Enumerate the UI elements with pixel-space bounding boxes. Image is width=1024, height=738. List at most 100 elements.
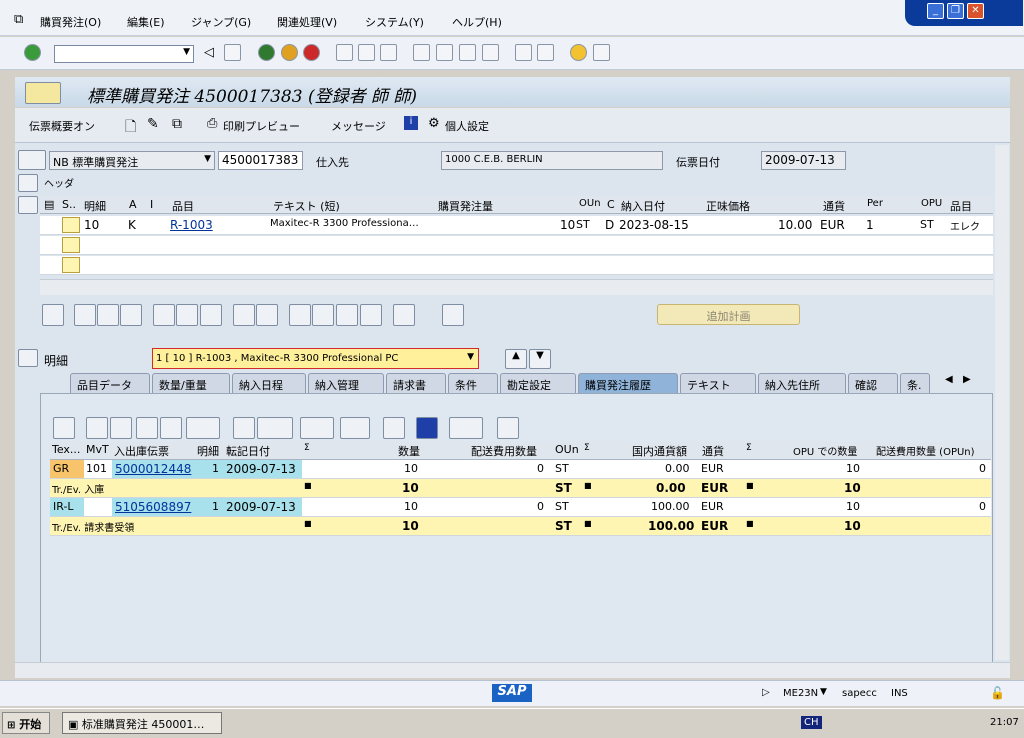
item-selector[interactable]: 1 [ 10 ] R-1003 , Maxitec-R 3300 Profess… [152,348,479,369]
command-field[interactable]: ▼ [54,45,194,63]
lock-icon[interactable] [176,304,198,326]
tab-scroll-right-icon[interactable]: ▶ [963,374,971,385]
chevron-down-icon[interactable]: ▼ [204,154,211,164]
col-account[interactable]: A [129,198,137,211]
col-hist-item[interactable]: 明細 [197,443,219,459]
history-row[interactable]: GR 101 5000012448 1 2009-07-13 10 0 ST 0… [50,460,991,479]
history-refresh-icon[interactable] [497,417,519,439]
shortcut-icon[interactable] [537,44,554,61]
col-delivery-date[interactable]: 納入日付 [621,198,665,214]
chevron-down-icon[interactable]: ▼ [183,47,190,57]
doc-type-select[interactable]: NB 標準購買発注 ▼ [49,151,215,170]
close-button[interactable]: ✕ [967,3,984,19]
minimize-button[interactable]: _ [927,3,944,19]
col-item[interactable]: 明細 [84,198,106,214]
col-net-price[interactable]: 正味価格 [706,198,750,214]
doc-overview-button[interactable]: 伝票概要オン [29,118,95,134]
filter-icon[interactable] [336,304,358,326]
item-row[interactable]: 10 K R-1003 Maxitec-R 3300 Professiona… … [40,216,993,235]
taskbar-window-button[interactable]: ▣ 标准購買発注 450001… [62,712,222,734]
history-doc-link[interactable]: 5000012448 [115,462,191,476]
print-preview-icon[interactable]: ⎙ [207,116,217,131]
split-icon[interactable] [256,304,278,326]
save-icon[interactable] [224,44,241,61]
col-opu-qty[interactable]: OPU での数量 [793,443,857,458]
history-info-icon[interactable] [416,417,438,439]
history-export-icon[interactable] [300,417,334,439]
col-opu[interactable]: OPU [921,198,942,209]
col-hist-oun[interactable]: OUn [555,443,579,456]
layout-icon[interactable] [593,44,610,61]
enter-icon[interactable] [24,44,41,61]
history-print-icon[interactable] [233,417,255,439]
menu-goto[interactable]: ジャンプ(G) [191,14,251,30]
other-document-icon[interactable]: ⧉ [172,116,182,132]
status-toggle-icon[interactable]: ▷ [762,687,770,698]
new-session-icon[interactable] [515,44,532,61]
prev-item-icon[interactable]: ▲ [505,349,527,369]
lang-indicator[interactable]: CH [801,716,822,729]
prev-page-icon[interactable] [436,44,453,61]
col-currency[interactable]: 通貨 [823,198,845,214]
col-po-qty[interactable]: 購買発注量 [438,198,493,214]
filter-off-icon[interactable] [360,304,382,326]
tab-account[interactable]: 勘定設定 [500,373,576,393]
delete-icon[interactable] [153,304,175,326]
col-oun[interactable]: OUn [579,198,601,209]
tab-scroll-left-icon[interactable]: ◀ [945,374,953,385]
main-vscroll[interactable] [995,145,1009,660]
col-short-text[interactable]: テキスト (短) [273,198,340,214]
col-hist-qty[interactable]: 数量 [398,443,420,459]
po-number-field[interactable]: 4500017383 [218,151,303,170]
items-expand-icon[interactable] [18,196,38,214]
main-hscroll[interactable] [15,662,1010,678]
exit-icon[interactable] [281,44,298,61]
details-icon[interactable] [42,304,64,326]
personal-settings-button[interactable]: 個人設定 [445,118,489,134]
menu-environment[interactable]: 関連処理(V) [277,14,337,30]
tab-texts[interactable]: テキスト [680,373,756,393]
history-find-next-icon[interactable] [160,417,182,439]
tab-delivery-schedule[interactable]: 納入日程 [232,373,306,393]
col-delivery-cost-qty[interactable]: 配送費用数量 [471,443,537,459]
last-page-icon[interactable] [482,44,499,61]
col-type[interactable]: Tex... [52,443,80,456]
menu-system[interactable]: システム(Y) [365,14,424,30]
history-layout-icon[interactable] [340,417,370,439]
select-all-icon[interactable]: ▤ [44,198,54,211]
col-c[interactable]: C [607,198,615,211]
lock-icon[interactable]: 🔓 [990,686,1005,700]
new-document-icon[interactable]: 🗋 [125,116,136,140]
display-change-icon[interactable] [25,82,61,104]
tab-po-history[interactable]: 購買発注履歴 [578,373,678,393]
first-page-icon[interactable] [413,44,430,61]
col-mat-group[interactable]: 品目 [950,198,972,214]
tab-delivery[interactable]: 納入管理 [308,373,384,393]
chevron-down-icon[interactable]: ▼ [467,352,474,362]
col-status[interactable]: S.. [62,198,76,211]
tab-quantities[interactable]: 数量/重量 [152,373,230,393]
history-graphic-icon[interactable] [383,417,405,439]
history-variant-icon[interactable] [449,417,483,439]
item-material[interactable]: R-1003 [170,218,213,232]
history-doc-link[interactable]: 5105608897 [115,500,191,514]
find-next-icon[interactable] [380,44,397,61]
vendor-field[interactable]: 1000 C.E.B. BERLIN [441,151,663,170]
col-posting-date[interactable]: 転記日付 [226,443,270,459]
check-icon[interactable] [97,304,119,326]
history-view-icon[interactable] [257,417,293,439]
history-row[interactable]: IR-L 5105608897 1 2009-07-13 10 0 ST 100… [50,498,991,517]
col-material[interactable]: 品目 [172,198,194,214]
history-find-icon[interactable] [136,417,158,439]
help-icon[interactable] [570,44,587,61]
flag-icon[interactable] [120,304,142,326]
back-icon[interactable] [258,44,275,61]
history-subtotal-row[interactable]: Tr./Ev. 請求書受領 ■ 10 ST ■ 100.00 EUR ■ 10 [50,517,991,536]
find-icon[interactable] [358,44,375,61]
print-preview-button[interactable]: 印刷プレビュー [223,118,300,134]
header-expand-icon[interactable] [18,174,38,192]
duplicate-icon[interactable] [233,304,255,326]
doc-date-field[interactable]: 2009-07-13 [761,151,846,170]
cancel-icon[interactable] [303,44,320,61]
item-row-empty[interactable] [40,236,993,255]
